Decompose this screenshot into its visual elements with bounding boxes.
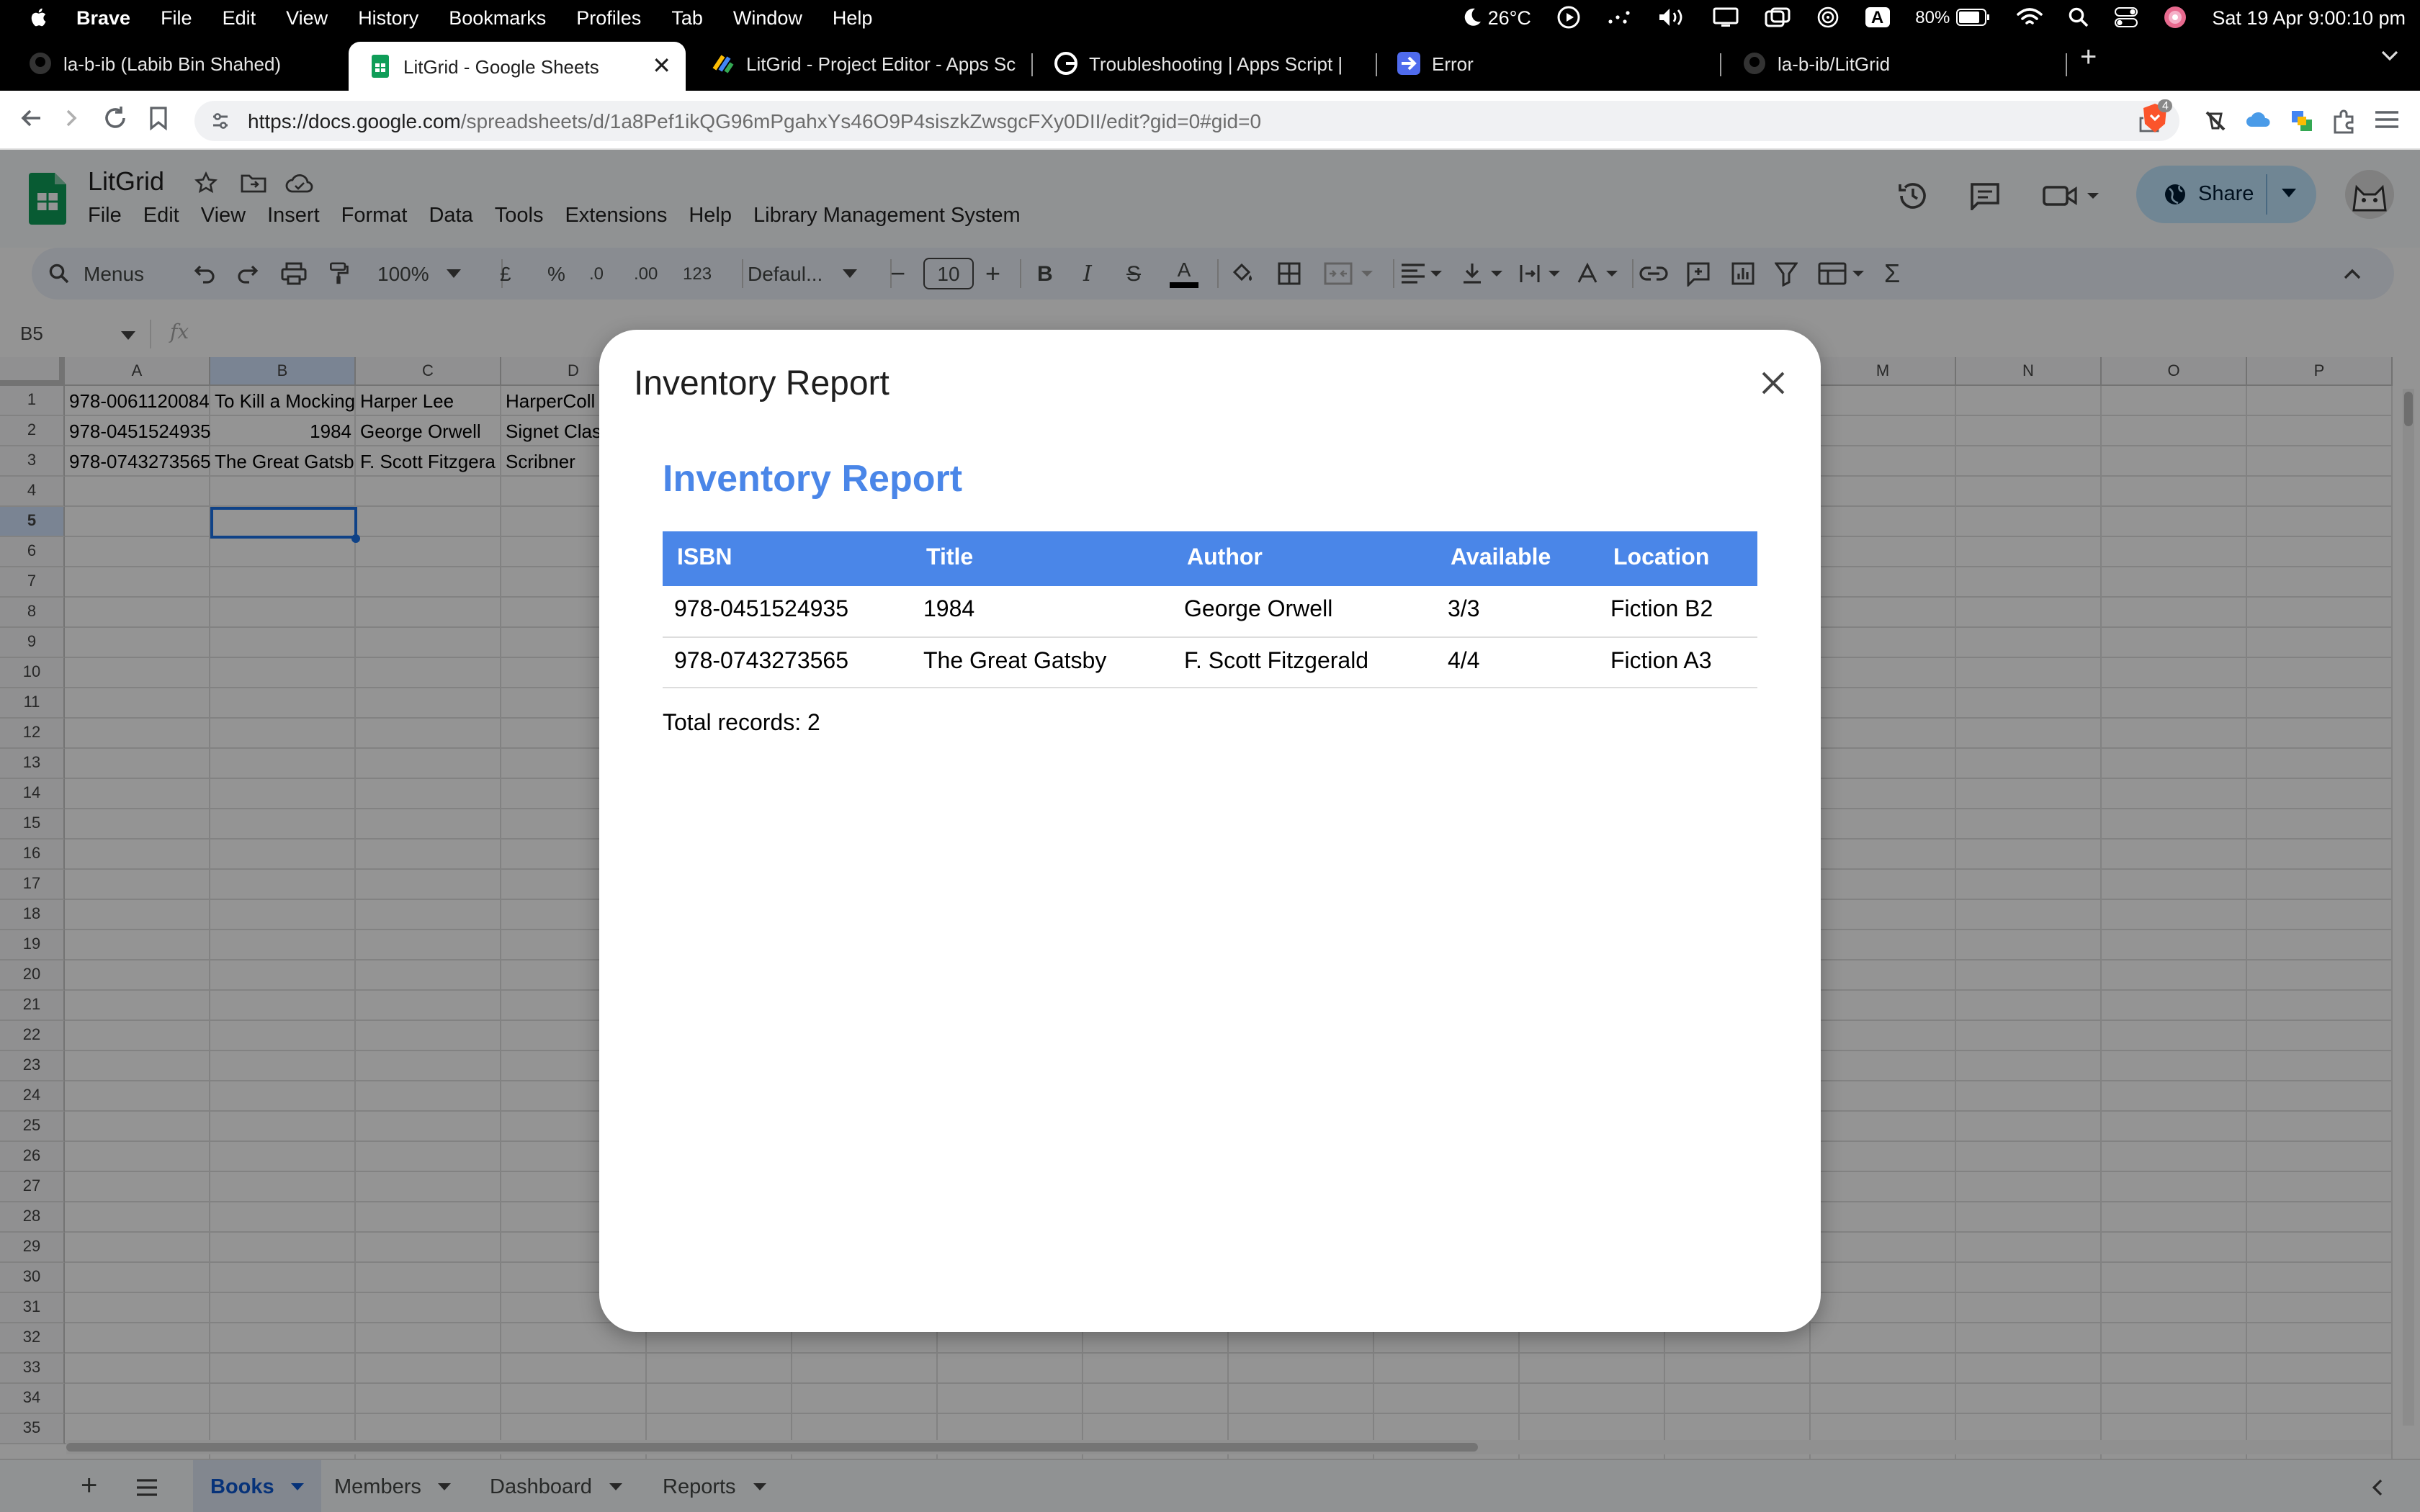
cell-available: 3/3	[1436, 586, 1599, 637]
cloud-extension-icon[interactable]	[2246, 109, 2272, 130]
new-tab-plus-icon[interactable]: +	[2080, 42, 2097, 75]
tab-title: LitGrid - Project Editor - Apps Sc	[746, 53, 1016, 74]
hamburger-menu-icon[interactable]	[2374, 109, 2400, 130]
wifi-icon[interactable]	[2016, 7, 2043, 27]
weather-temp: 26°C	[1487, 6, 1531, 28]
google-icon	[1054, 52, 1077, 75]
menu-window[interactable]: Window	[733, 6, 802, 28]
forward-arrow-icon[interactable]	[59, 105, 85, 131]
tab-title: Error	[1432, 53, 1474, 74]
menu-view[interactable]: View	[286, 6, 328, 28]
column-header-available: Available	[1436, 531, 1599, 586]
tab-title: la-b-ib (Labib Bin Shahed)	[63, 53, 282, 74]
cell-location: Fiction A3	[1599, 636, 1757, 688]
inventory-table: ISBN Title Author Available Location 978…	[663, 531, 1757, 688]
menu-help[interactable]: Help	[833, 6, 873, 28]
report-heading: Inventory Report	[663, 456, 963, 500]
windows-icon[interactable]	[1765, 7, 1791, 27]
tab-title: LitGrid - Google Sheets	[403, 55, 599, 77]
column-header-location: Location	[1599, 531, 1757, 586]
tab-google-sheets[interactable]: LitGrid - Google Sheets ✕	[349, 42, 686, 91]
reload-icon[interactable]	[102, 105, 128, 131]
weather-status[interactable]: 26°C	[1462, 6, 1531, 28]
table-row: 978-0451524935 1984 George Orwell 3/3 Fi…	[663, 586, 1757, 637]
sheets-icon	[372, 55, 389, 78]
table-row: 978-0743273565 The Great Gatsby F. Scott…	[663, 636, 1757, 688]
table-header-row: ISBN Title Author Available Location	[663, 531, 1757, 586]
brave-shields-button[interactable]: 4	[2141, 99, 2173, 137]
github-icon	[30, 53, 51, 74]
menu-history[interactable]: History	[358, 6, 418, 28]
display-icon[interactable]	[1713, 7, 1739, 27]
extension-colorful-icon[interactable]	[2289, 108, 2315, 134]
tab-separator	[1720, 53, 1721, 76]
cell-isbn: 978-0451524935	[663, 586, 912, 637]
tab-title: la-b-ib/LitGrid	[1778, 53, 1891, 74]
cell-author: George Orwell	[1173, 586, 1436, 637]
back-arrow-icon[interactable]	[19, 105, 45, 131]
menu-edit[interactable]: Edit	[223, 6, 256, 28]
volume-icon[interactable]	[1658, 7, 1687, 27]
tab-close-icon[interactable]: ✕	[652, 52, 671, 81]
close-icon[interactable]	[1760, 370, 1786, 396]
clock-datetime[interactable]: Sat 19 Apr 9:00:10 pm	[2212, 6, 2406, 28]
total-records: Total records: 2	[663, 711, 820, 736]
site-settings-icon[interactable]	[210, 111, 230, 131]
browser-tab-strip: la-b-ib (Labib Bin Shahed) LitGrid - Goo…	[0, 35, 2420, 91]
address-bar-row: https://docs.google.com/spreadsheets/d/1…	[0, 91, 2420, 150]
shields-count-badge: 4	[2158, 99, 2173, 112]
control-center-icon[interactable]	[2114, 7, 2138, 27]
cell-available: 4/4	[1436, 636, 1599, 688]
tab-separator	[1031, 53, 1033, 76]
battery-percent: 80%	[1915, 7, 1950, 27]
siri-icon[interactable]	[2163, 6, 2186, 29]
play-icon[interactable]	[1557, 6, 1580, 29]
menu-tab[interactable]: Tab	[671, 6, 703, 28]
spotlight-search-icon[interactable]	[2068, 7, 2088, 27]
cell-location: Fiction B2	[1599, 586, 1757, 637]
column-header-author: Author	[1173, 531, 1436, 586]
chevron-down-icon[interactable]	[2380, 49, 2400, 63]
url-field[interactable]: https://docs.google.com/spreadsheets/d/1…	[194, 101, 2179, 141]
menu-file[interactable]: File	[161, 6, 192, 28]
apple-icon[interactable]	[27, 6, 50, 29]
activity-icon[interactable]	[1606, 7, 1632, 27]
cell-title: 1984	[912, 586, 1173, 637]
apps-script-icon	[712, 55, 734, 73]
extensions-puzzle-icon[interactable]	[2331, 108, 2357, 134]
tab-title: Troubleshooting | Apps Script |	[1089, 53, 1343, 74]
github-icon	[1744, 53, 1765, 74]
macos-menu-bar: Brave File Edit View History Bookmarks P…	[0, 0, 2420, 35]
battery-status[interactable]: 80%	[1915, 7, 1990, 27]
url-domain: https://docs.google.com	[248, 109, 461, 132]
airdrop-icon[interactable]	[1816, 6, 1839, 29]
input-source-indicator[interactable]: A	[1865, 7, 1890, 27]
inventory-report-dialog: Inventory Report Inventory Report ISBN T…	[599, 330, 1821, 1332]
moon-icon	[1464, 8, 1481, 26]
cell-isbn: 978-0743273565	[663, 636, 912, 688]
app-menu-brave[interactable]: Brave	[76, 6, 130, 28]
rewards-off-icon[interactable]	[2202, 108, 2228, 134]
column-header-isbn: ISBN	[663, 531, 912, 586]
menu-bookmarks[interactable]: Bookmarks	[449, 6, 546, 28]
cell-title: The Great Gatsby	[912, 636, 1173, 688]
column-header-title: Title	[912, 531, 1173, 586]
menu-profiles[interactable]: Profiles	[576, 6, 641, 28]
tab-troubleshooting[interactable]: Troubleshooting | Apps Script |	[1034, 42, 1366, 85]
arrow-right-icon	[1397, 52, 1420, 75]
bookmark-icon[interactable]	[147, 105, 170, 131]
tab-github-profile[interactable]: la-b-ib (Labib Bin Shahed)	[9, 42, 340, 85]
tab-github-repo[interactable]: la-b-ib/LitGrid	[1723, 42, 2054, 85]
tab-error[interactable]: Error	[1377, 42, 1708, 85]
battery-icon	[1955, 9, 1989, 26]
tab-apps-script-editor[interactable]: LitGrid - Project Editor - Apps Sc	[691, 42, 1020, 85]
tab-separator	[2066, 53, 2067, 76]
dialog-title: Inventory Report	[634, 364, 889, 403]
cell-author: F. Scott Fitzgerald	[1173, 636, 1436, 688]
url-path: /spreadsheets/d/1a8Pef1ikQG96mPgahxYs46O…	[460, 109, 1262, 132]
